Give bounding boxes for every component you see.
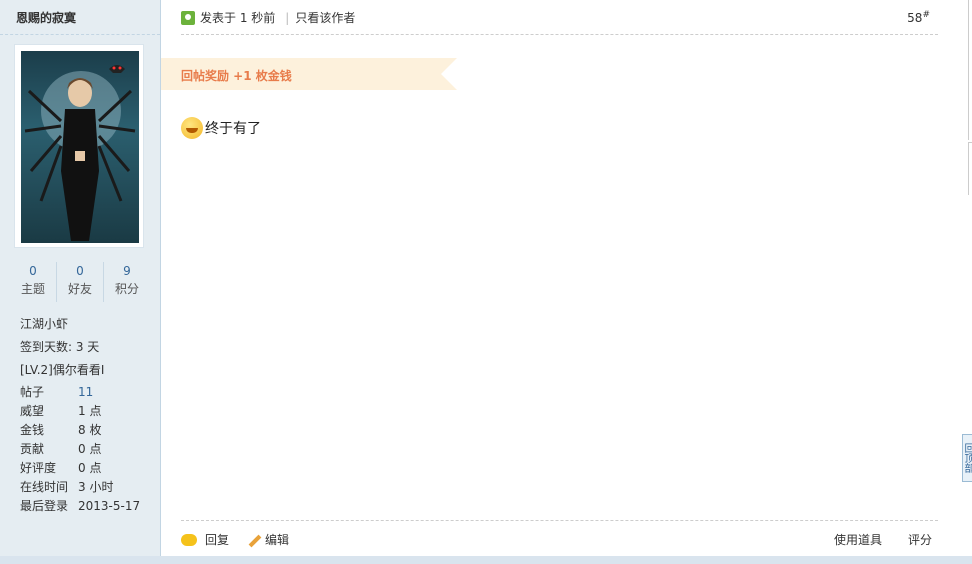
stat-points[interactable]: 9 积分	[104, 262, 150, 302]
post-content: 终于有了	[181, 117, 261, 139]
info-value: 3 小时	[78, 480, 114, 494]
rate-button[interactable]: 评分	[908, 531, 932, 548]
divider	[181, 520, 938, 521]
info-value: 8 枚	[78, 423, 102, 437]
info-key: 贡献	[20, 442, 45, 456]
author-sidebar: 恩赐的寂寞 0 主题 0 好友 9 积分 江湖小虾 签到天数: 3 天 [LV.…	[0, 0, 161, 564]
only-author-link[interactable]: 只看该作者	[295, 9, 355, 26]
floor-mark: #	[922, 10, 930, 20]
info-row-reputation: 好评度 0 点	[20, 459, 150, 478]
info-value[interactable]: 11	[78, 383, 93, 402]
edit-button[interactable]: 编辑	[247, 531, 289, 548]
author-rank[interactable]: 江湖小虾	[20, 315, 68, 332]
info-key: 金钱	[20, 423, 45, 437]
right-frame-box	[968, 142, 972, 195]
floor-num: 58	[907, 11, 923, 25]
info-key: 在线时间	[20, 480, 69, 494]
bottom-bar	[0, 556, 972, 564]
author-name[interactable]: 恩赐的寂寞	[16, 9, 76, 26]
use-item-button[interactable]: 使用道具	[834, 531, 882, 548]
info-row-last-login: 最后登录 2013-5-17	[20, 497, 150, 516]
author-info: 帖子 11 威望 1 点 金钱 8 枚 贡献 0 点 好评度 0 点 在线时间 …	[20, 383, 150, 516]
info-value: 0 点	[78, 461, 102, 475]
info-row-money: 金钱 8 枚	[20, 421, 150, 440]
edit-label: 编辑	[265, 533, 290, 547]
author-stats: 0 主题 0 好友 9 积分	[10, 262, 150, 302]
stat-label: 好友	[67, 282, 92, 296]
back-to-top-button[interactable]: 回顶部	[962, 434, 972, 482]
info-key: 最后登录	[20, 499, 69, 513]
author-level[interactable]: [LV.2]偶尔看看I	[20, 361, 104, 378]
divider	[0, 34, 160, 36]
info-value: 2013-5-17	[78, 499, 141, 513]
info-key: 好评度	[20, 461, 57, 475]
divider	[181, 34, 938, 35]
post-meta: 发表于 1 秒前 | 只看该作者	[181, 9, 355, 26]
stat-threads[interactable]: 0 主题	[10, 262, 57, 302]
avatar[interactable]	[14, 44, 144, 248]
reward-text: 回帖奖励 +1 枚金钱	[181, 69, 292, 83]
info-row-posts: 帖子 11	[20, 383, 150, 402]
reply-label: 回复	[205, 533, 230, 547]
reply-button[interactable]: 回复	[181, 531, 229, 548]
post-right-actions: 使用道具 评分	[808, 531, 932, 548]
stat-value: 0	[29, 264, 37, 278]
separator: |	[285, 10, 290, 25]
info-value: 0 点	[78, 442, 102, 456]
reply-reward-banner: 回帖奖励 +1 枚金钱	[161, 58, 457, 90]
stat-value: 9	[123, 264, 131, 278]
avatar-figure	[24, 65, 136, 241]
info-value: 1 点	[78, 404, 102, 418]
pencil-icon	[247, 533, 261, 547]
info-row-contribution: 贡献 0 点	[20, 440, 150, 459]
right-frame-edge	[968, 0, 972, 140]
online-user-icon	[181, 10, 195, 25]
info-key: 威望	[20, 404, 45, 418]
stat-value: 0	[76, 264, 84, 278]
stat-label: 主题	[20, 282, 45, 296]
stat-friends[interactable]: 0 好友	[57, 262, 104, 302]
sign-days: 签到天数: 3 天	[20, 340, 100, 354]
laugh-emoji-icon	[181, 117, 203, 139]
post-text: 终于有了	[205, 121, 261, 137]
post-time: 发表于 1 秒前	[200, 11, 276, 25]
stat-label: 积分	[114, 282, 139, 296]
floor-number[interactable]: 58#	[907, 10, 930, 25]
post-actions: 回复 编辑	[181, 531, 307, 548]
info-key: 帖子	[20, 385, 45, 399]
reply-bubble-icon	[181, 533, 197, 546]
info-row-online-time: 在线时间 3 小时	[20, 478, 150, 497]
avatar-image	[21, 51, 139, 243]
info-row-prestige: 威望 1 点	[20, 402, 150, 421]
